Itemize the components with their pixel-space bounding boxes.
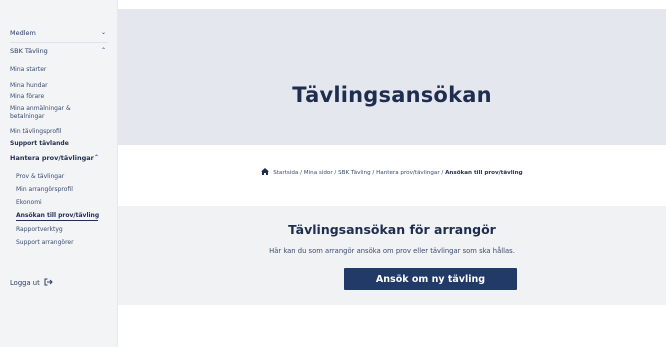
breadcrumb-item-mina-sidor[interactable]: Mina sidor [304, 170, 333, 176]
panel-title: Tävlingsansökan för arrangör [288, 222, 496, 237]
breadcrumb: Startsida / Mina sidor / SBK Tävling / H… [118, 168, 666, 176]
breadcrumb-item-sbk-tavling[interactable]: SBK Tävling [338, 170, 371, 176]
sidebar-subitem-prov-tavlingar[interactable]: Prov & tävlingar [16, 173, 109, 181]
application-panel: Tävlingsansökan för arrangör Här kan du … [118, 206, 666, 305]
panel-description: Här kan du som arrangör ansöka om prov e… [269, 247, 515, 255]
sidebar-item-mina-hundar[interactable]: Mina hundar [10, 82, 109, 90]
sidebar-subitem-ekonomi[interactable]: Ekonomi [16, 199, 109, 207]
home-icon[interactable] [261, 168, 270, 175]
active-item-underline [16, 220, 98, 221]
sidebar: Medlem ⌄ SBK Tävling ⌃ Mina starter Mina… [0, 0, 118, 347]
page-title: Tävlingsansökan [292, 83, 492, 107]
breadcrumb-item-startsida[interactable]: Startsida [273, 170, 298, 176]
sidebar-subitem-min-arrangorsprofil[interactable]: Min arrangörsprofil [16, 186, 109, 194]
sidebar-section-sbk-tavling[interactable]: SBK Tävling ⌃ [10, 47, 109, 55]
logout-label: Logga ut [10, 279, 40, 287]
sidebar-divider [10, 42, 108, 43]
chevron-down-icon: ⌄ [100, 29, 106, 36]
logout-icon [44, 278, 53, 288]
sidebar-item-mina-forare[interactable]: Mina förare [10, 93, 109, 101]
chevron-up-icon: ⌃ [93, 154, 99, 161]
sidebar-item-support-tavlande[interactable]: Support tävlande [10, 140, 109, 148]
breadcrumb-current: Ansökan till prov/tävling [445, 170, 523, 176]
hero-banner: Tävlingsansökan [118, 9, 666, 145]
sidebar-section-label: SBK Tävling [10, 47, 48, 55]
apply-new-competition-button[interactable]: Ansök om ny tävling [344, 268, 517, 290]
chevron-up-icon: ⌃ [100, 47, 106, 54]
sidebar-item-hantera-prov[interactable]: Hantera prov/tävlingar ⌃ [10, 154, 109, 162]
sidebar-section-medlem[interactable]: Medlem ⌄ [10, 29, 109, 37]
sidebar-subitem-rapportverktyg[interactable]: Rapportverktyg [16, 226, 109, 234]
sidebar-section-label: Medlem [10, 29, 36, 37]
sidebar-item-min-tavlingsprofil[interactable]: Min tävlingsprofil [10, 128, 109, 136]
sidebar-item-label: Hantera prov/tävlingar [10, 154, 94, 162]
sidebar-item-mina-starter[interactable]: Mina starter [10, 66, 109, 74]
logout-link[interactable]: Logga ut [10, 278, 53, 288]
sidebar-item-betalningar[interactable]: betalningar [10, 113, 109, 121]
breadcrumb-item-hantera[interactable]: Hantera prov/tävlingar [376, 170, 440, 176]
sidebar-subitem-ansokan[interactable]: Ansökan till prov/tävling [16, 212, 109, 220]
sidebar-subitem-support-arrangorer[interactable]: Support arrangörer [16, 239, 109, 247]
sidebar-item-mina-anmalningar[interactable]: Mina anmälningar & [10, 105, 109, 113]
